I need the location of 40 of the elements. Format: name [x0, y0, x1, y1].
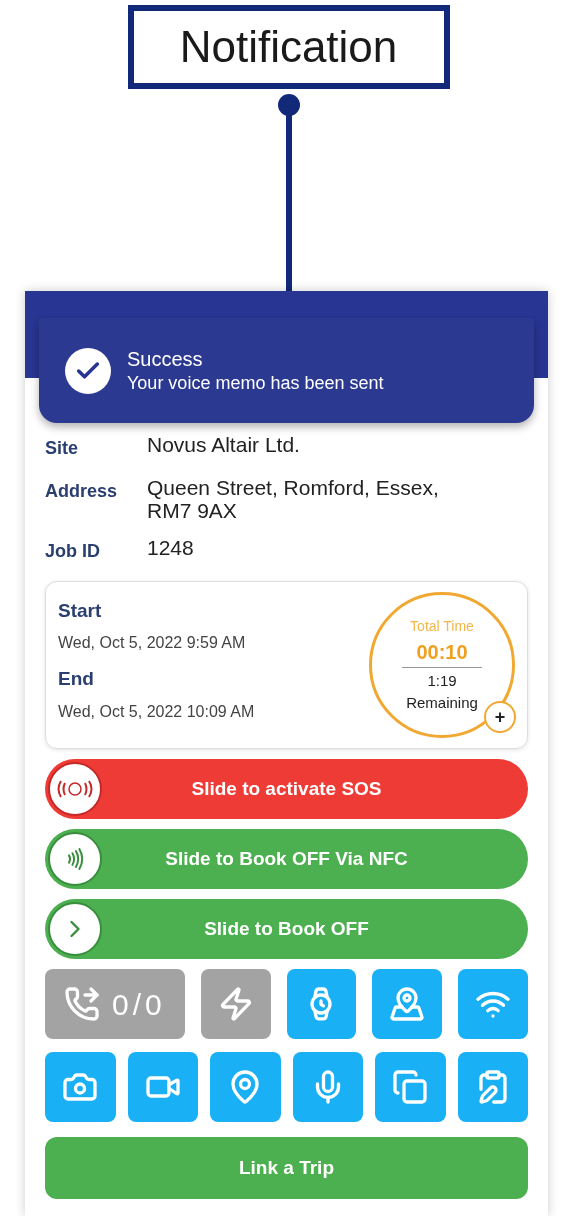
slider-handle[interactable]: [48, 832, 102, 887]
tool-button[interactable]: [286, 969, 357, 1040]
sos-slider[interactable]: Slide to activate SOS: [45, 759, 528, 820]
detail-label: Job ID: [45, 540, 101, 564]
slider-handle[interactable]: [48, 902, 102, 957]
time-value: Wed, Oct 5, 2022 9:59 AM: [58, 633, 247, 654]
time-value: Wed, Oct 5, 2022 10:09 AM: [58, 701, 255, 722]
nfc-slider[interactable]: Slide to Book OFF Via NFC: [45, 829, 528, 890]
remaining-time: 1:19: [427, 670, 457, 691]
time-label: Start: [58, 598, 103, 623]
tool-button[interactable]: [372, 969, 443, 1040]
notification-callout: Notification: [127, 5, 450, 89]
elapsed-time: 00:10: [402, 636, 482, 668]
detail-label: Address: [45, 480, 119, 503]
tool-button[interactable]: [127, 1052, 198, 1123]
add-time-button[interactable]: +: [484, 701, 516, 734]
tool-button[interactable]: [375, 1052, 446, 1123]
time-label: End: [58, 667, 95, 692]
book-off-slider[interactable]: Slide to Book OFF: [45, 899, 528, 960]
detail-value: Queen Street, Romford, Essex, RM7 9AX: [147, 476, 440, 523]
detail-value: Novus Altair Ltd.: [147, 433, 300, 457]
toast-message: Your voice memo has been sent: [127, 371, 384, 395]
documents-icon: [392, 1069, 429, 1106]
detail-value: 1248: [147, 536, 194, 560]
phone-arrow-icon: [63, 986, 100, 1023]
remaining-label: Remaining: [406, 693, 478, 714]
slider-label: Slide to Book OFF Via NFC: [164, 846, 409, 871]
link-trip-button[interactable]: Link a Trip: [45, 1137, 528, 1200]
toast-title: Success: [127, 346, 204, 372]
tool-button[interactable]: [458, 969, 528, 1040]
tool-button[interactable]: [292, 1052, 363, 1123]
slider-handle[interactable]: [48, 762, 102, 817]
map-pin-icon: [389, 986, 426, 1023]
slider-label: Slide to activate SOS: [190, 776, 383, 801]
tool-button[interactable]: [457, 1052, 528, 1123]
detail-label: Site: [45, 437, 79, 460]
tool-button[interactable]: [45, 1052, 116, 1123]
timer-title: Total Time: [410, 616, 474, 636]
tool-button[interactable]: [210, 1052, 281, 1123]
slider-label: Slide to Book OFF: [203, 916, 370, 941]
